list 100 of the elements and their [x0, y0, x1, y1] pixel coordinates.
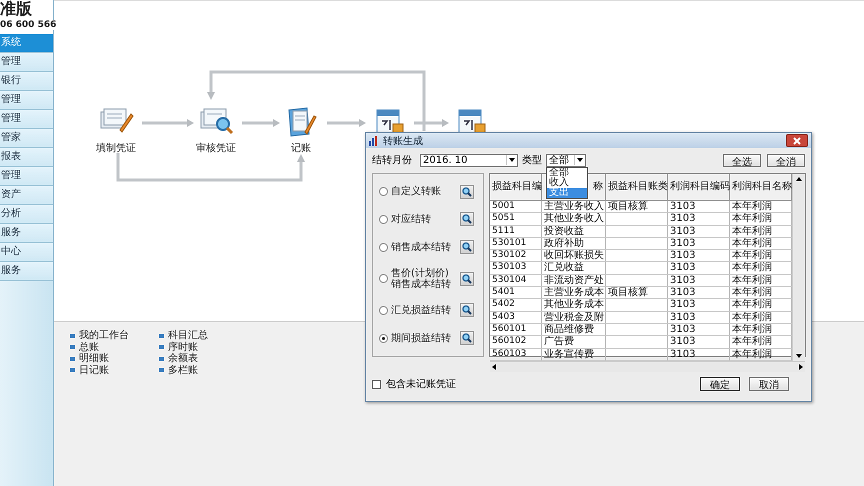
field-label: 结转月份 — [372, 154, 413, 167]
table-cell — [606, 324, 668, 336]
search-button[interactable] — [460, 212, 474, 226]
table-cell: 3103 — [668, 312, 730, 324]
table-cell: 530102 — [490, 250, 542, 262]
sidebar-item[interactable]: 管理 — [0, 110, 53, 129]
dialog-button[interactable]: 确定 — [700, 377, 740, 391]
include-unposted-checkbox[interactable]: 包含未记账凭证 — [372, 377, 456, 391]
bullet-icon — [70, 368, 75, 372]
search-icon — [462, 274, 472, 284]
search-button[interactable] — [460, 240, 474, 254]
bullet-icon — [159, 356, 164, 361]
table-cell: 收回坏账损失 — [542, 250, 606, 262]
arrow — [242, 119, 280, 127]
dropdown-option[interactable]: 收入 — [547, 178, 587, 188]
table-cell: 530103 — [490, 262, 542, 275]
bullet-icon — [159, 334, 164, 338]
table-cell: 3103 — [668, 324, 730, 336]
sidebar-item[interactable]: 分析 — [0, 205, 53, 224]
radio-button[interactable] — [379, 242, 388, 252]
sidebar-item[interactable]: 管理 — [0, 53, 53, 72]
sidebar-item[interactable]: 报表 — [0, 148, 53, 167]
sidebar-item[interactable]: 资产 — [0, 186, 53, 205]
table-cell: 其他业务收入 — [542, 213, 606, 226]
quick-link[interactable]: 科目汇总 — [168, 330, 208, 342]
phone-number: 06 600 566 — [0, 20, 56, 30]
table-cell — [606, 336, 668, 349]
option-label: 售价(计划价)销售成本结转 — [391, 268, 452, 290]
option-label: 期间损益结转 — [391, 332, 452, 344]
table-cell: 3103 — [668, 238, 730, 250]
bar-chart-icon — [369, 136, 379, 146]
quick-link[interactable]: 我的工作台 — [79, 330, 129, 342]
search-button[interactable] — [460, 303, 474, 318]
search-icon — [462, 333, 472, 344]
dialog-button[interactable]: 取消 — [749, 377, 789, 391]
sidebar-item[interactable]: 系统 — [0, 34, 53, 53]
sidebar-item[interactable]: 服务 — [0, 224, 53, 243]
radio-button[interactable] — [379, 334, 388, 343]
table-cell: 汇兑收益 — [542, 262, 606, 275]
brand-title: 准版 — [0, 0, 33, 18]
search-icon — [462, 214, 472, 224]
table-cell: 3103 — [668, 274, 730, 288]
option-label: 自定义转账 — [391, 186, 442, 198]
bullet-icon — [70, 356, 75, 361]
option-label: 对应结转 — [391, 214, 432, 225]
quick-link[interactable]: 明细账 — [79, 353, 109, 364]
table-cell — [606, 238, 668, 250]
sidebar-item[interactable]: 银行 — [0, 72, 53, 91]
option-label: 汇兑损益结转 — [391, 304, 452, 316]
table-cell: 3103 — [668, 201, 730, 214]
quick-link[interactable]: 多栏账 — [168, 364, 198, 376]
toolbar-button[interactable]: 全消 — [767, 154, 805, 166]
table-cell: 项目核算 — [606, 287, 668, 300]
column-header: 损益科目编 — [490, 174, 542, 201]
horizontal-scrollbar[interactable] — [490, 360, 805, 372]
search-button[interactable] — [460, 272, 474, 286]
search-icon — [462, 242, 472, 252]
table-cell: 3103 — [668, 250, 730, 262]
bullet-icon — [70, 334, 75, 338]
dialog-title: 转账生成 — [383, 134, 424, 148]
table-cell: 3103 — [668, 299, 730, 312]
sidebar-item[interactable]: 中心 — [0, 243, 53, 262]
search-button[interactable] — [460, 331, 474, 346]
table-cell: 530104 — [490, 274, 542, 288]
arrow — [327, 119, 366, 127]
step-label: 记账 — [291, 142, 311, 155]
sidebar-item[interactable]: 管理 — [0, 91, 53, 110]
table-cell: 560102 — [490, 336, 542, 349]
quick-link[interactable]: 序时账 — [168, 342, 198, 353]
dropdown-field[interactable]: 2016. 10 — [420, 154, 518, 166]
arrow — [414, 119, 449, 127]
radio-button[interactable] — [379, 187, 388, 196]
quick-link[interactable]: 日记账 — [79, 364, 109, 376]
table-cell: 3103 — [668, 262, 730, 275]
table-cell: 5402 — [490, 299, 542, 312]
sidebar-item[interactable]: 管理 — [0, 167, 53, 186]
bullet-icon — [159, 345, 164, 350]
radio-button[interactable] — [379, 306, 388, 315]
radio-button[interactable] — [379, 274, 388, 284]
table-cell — [606, 213, 668, 226]
table-cell: 5401 — [490, 287, 542, 300]
step-label: 审核凭证 — [196, 142, 236, 155]
search-icon — [462, 186, 472, 197]
radio-button[interactable] — [379, 214, 388, 224]
quick-link[interactable]: 余额表 — [168, 353, 198, 364]
table-cell — [606, 274, 668, 288]
column-header: 损益科目账类 — [606, 174, 668, 201]
search-button[interactable] — [460, 184, 474, 199]
sidebar-item[interactable]: 服务 — [0, 262, 53, 281]
table-cell: 3103 — [668, 226, 730, 238]
option-label: 销售成本结转 — [391, 242, 452, 253]
column-header: 利润科目编码 — [668, 174, 730, 201]
table-cell — [606, 250, 668, 262]
close-button[interactable] — [786, 134, 808, 147]
bullet-icon — [159, 368, 164, 372]
toolbar-button[interactable]: 全选 — [723, 154, 761, 166]
quick-link[interactable]: 总账 — [79, 342, 99, 353]
vertical-scrollbar[interactable] — [792, 174, 805, 361]
sidebar-item[interactable]: 管家 — [0, 129, 53, 148]
table-cell: 3103 — [668, 213, 730, 226]
